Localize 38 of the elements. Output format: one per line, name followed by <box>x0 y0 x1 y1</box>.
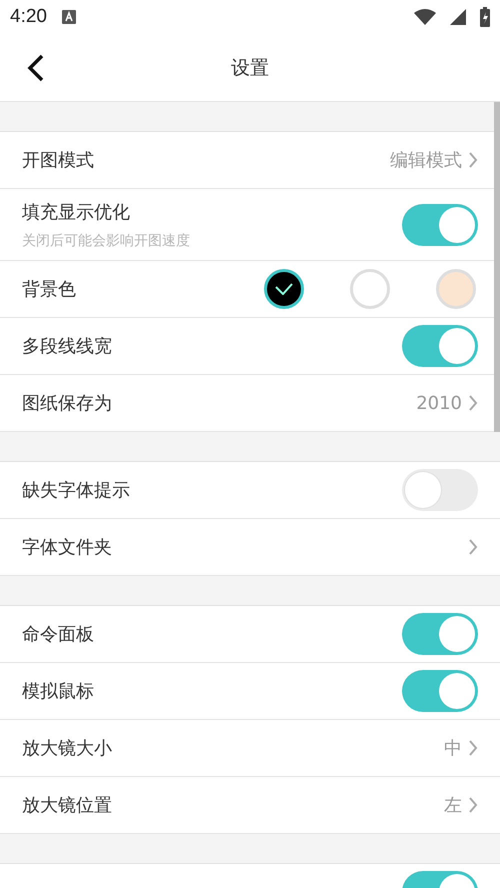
chevron-right-icon <box>468 394 478 412</box>
wifi-icon <box>414 9 436 25</box>
setting-label: 图纸保存为 <box>22 392 113 415</box>
status-time: 4:20 <box>10 6 47 28</box>
keyboard-icon <box>60 9 77 25</box>
setting-label: 放大镜位置 <box>22 794 113 817</box>
setting-label: 模拟鼠标 <box>22 680 95 703</box>
setting-label: 开图模式 <box>22 149 95 172</box>
toggle-switch[interactable] <box>402 613 478 655</box>
setting-label: 命令面板 <box>22 623 95 646</box>
setting-label: 字体文件夹 <box>22 536 113 559</box>
chevron-button[interactable] <box>468 538 478 556</box>
setting-label: 多段线线宽 <box>22 335 113 358</box>
setting-label: 放大镜大小 <box>22 737 113 760</box>
setting-label: 缺失字体提示 <box>22 479 131 502</box>
color-swatch[interactable] <box>350 269 390 309</box>
toggle-switch[interactable] <box>402 469 478 511</box>
color-swatch[interactable] <box>264 269 304 309</box>
value-link[interactable]: 中 <box>444 736 478 760</box>
toggle-switch[interactable] <box>402 670 478 712</box>
check-icon <box>275 283 293 295</box>
setting-label: 填充显示优化 <box>22 200 131 224</box>
value-link[interactable]: 2010 <box>416 392 478 414</box>
color-swatch[interactable] <box>436 269 476 309</box>
chevron-right-icon <box>468 151 478 169</box>
chevron-right-icon <box>468 538 478 556</box>
signal-icon <box>450 9 466 25</box>
value-link[interactable]: 左 <box>444 793 478 817</box>
toggle-switch[interactable] <box>402 325 478 367</box>
chevron-right-icon <box>468 796 478 814</box>
setting-hint: 关闭后可能会影响开图速度 <box>22 232 191 250</box>
battery-icon <box>480 7 490 27</box>
page-title: 设置 <box>231 56 269 80</box>
setting-label: 背景色 <box>22 278 77 301</box>
chevron-left-icon <box>26 53 46 83</box>
chevron-right-icon <box>468 739 478 757</box>
value-link[interactable]: 编辑模式 <box>390 148 478 172</box>
toggle-switch[interactable] <box>402 204 478 246</box>
